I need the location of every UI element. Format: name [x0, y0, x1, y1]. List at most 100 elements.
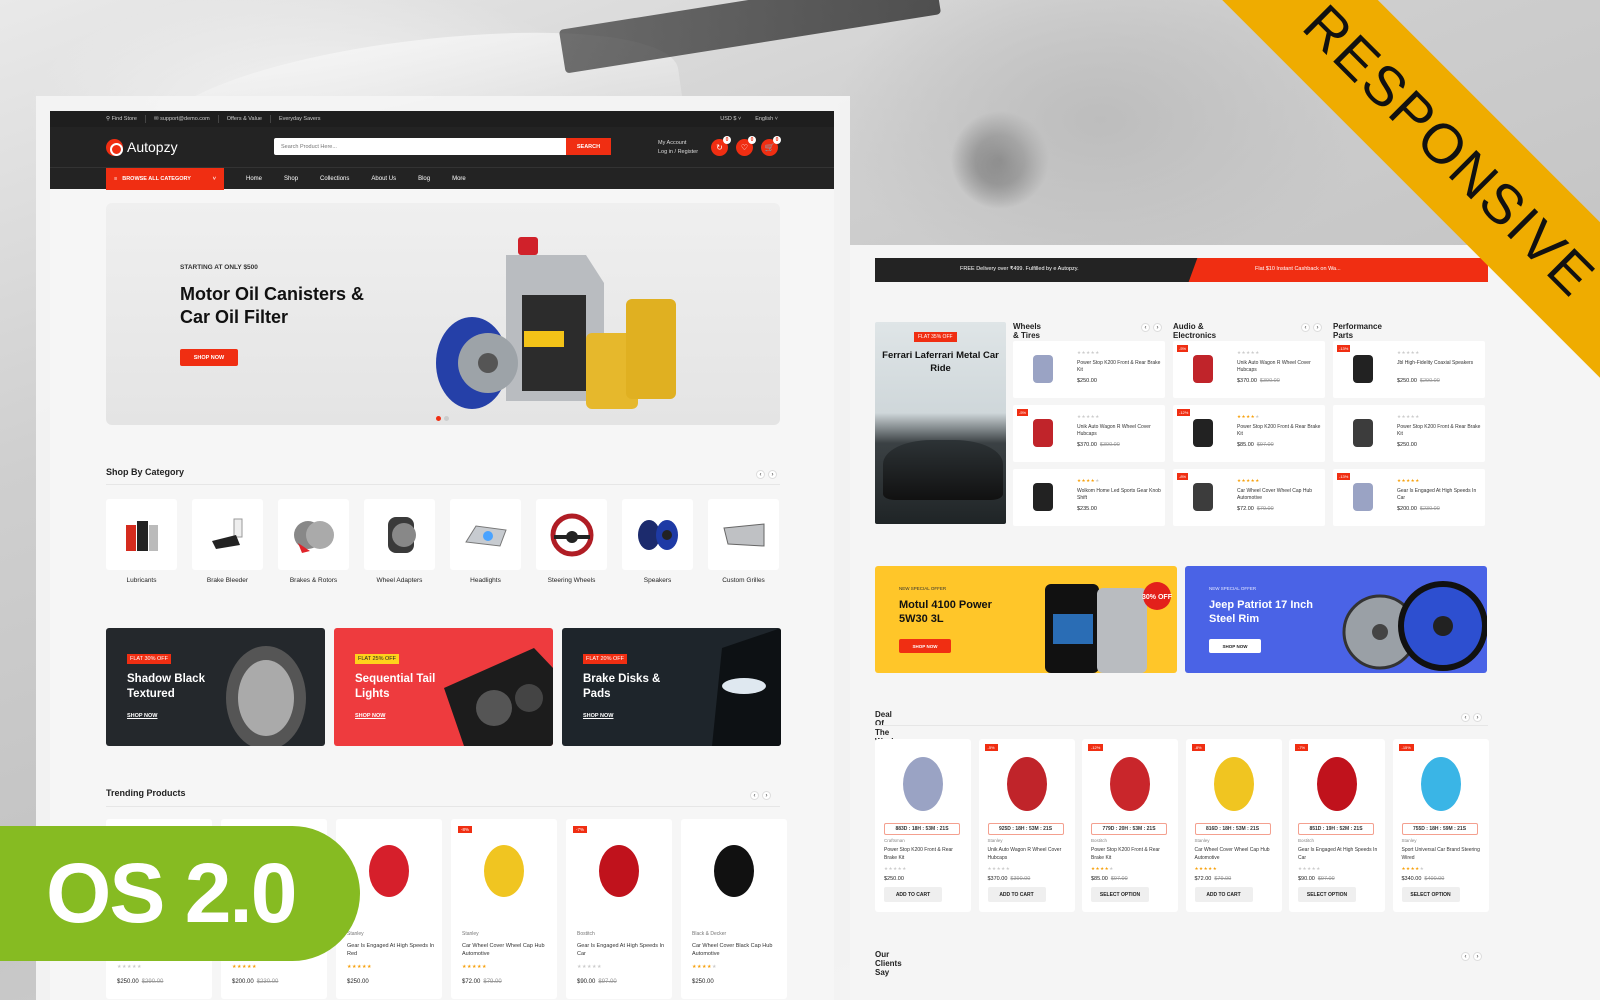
mini-product-card[interactable]: -12% ★★★★★ Power Stop K200 Front & Rear Br…	[1173, 405, 1325, 462]
product-name[interactable]: Unik Auto Wagon R Wheel Cover Hubcaps	[988, 847, 1070, 862]
nav-about[interactable]: About Us	[371, 176, 396, 182]
mini-product-card[interactable]: -5% ★★★★★ Unik Auto Wagon R Wheel Cover Hu…	[1013, 405, 1165, 462]
email-link[interactable]: ✉ support@demo.com	[154, 116, 210, 122]
product-name[interactable]: Gear Is Engaged At High Speeds In Red	[347, 942, 435, 958]
deal-product-card[interactable]: -8% 816D : 18H : 53M : 21S Stanley Car Whee…	[1185, 739, 1282, 912]
find-store-link[interactable]: ⚲ Find Store	[106, 116, 137, 122]
search-button[interactable]: SEARCH	[566, 138, 611, 155]
prev-arrow-icon[interactable]: ‹	[756, 470, 765, 479]
add-to-cart-button[interactable]: SELECT OPTION	[1401, 887, 1460, 902]
slider-dot-1[interactable]	[436, 416, 441, 421]
feature-banner[interactable]: FLAT 35% OFF Ferrari Laferrari Metal Car…	[875, 322, 1006, 524]
add-to-cart-button[interactable]: SELECT OPTION	[1091, 887, 1149, 902]
category-brake-bleeder[interactable]: Brake Bleeder	[192, 499, 263, 584]
add-to-cart-button[interactable]: ADD TO CART	[987, 887, 1046, 902]
next-arrow-icon[interactable]: ›	[1153, 323, 1162, 332]
promo-banner[interactable]: FLAT 25% OFF Sequential Tail Lights SHOP…	[334, 628, 553, 746]
compare-button[interactable]: ↻ 0	[711, 136, 731, 156]
category-steering-wheels[interactable]: Steering Wheels	[536, 499, 607, 584]
star-icon: ★	[1415, 414, 1420, 419]
prev-arrow-icon[interactable]: ‹	[1301, 323, 1310, 332]
special-offer-banner[interactable]: NEW SPECIAL OFFER Motul 4100 Power 5W30 …	[875, 566, 1177, 673]
category-speakers[interactable]: Speakers	[622, 499, 693, 584]
language-select[interactable]: English ˅	[755, 116, 778, 122]
product-name[interactable]: Car Wheel Cover Wheel Cap Hub Automotive	[1237, 488, 1323, 502]
product-name[interactable]: Car Wheel Cover Black Cap Hub Automotive	[692, 942, 780, 958]
browse-category-button[interactable]: ≡ BROWSE ALL CATEGORY ˅	[106, 167, 224, 190]
next-arrow-icon[interactable]: ›	[762, 791, 771, 800]
savers-link[interactable]: Everyday Savers	[279, 116, 321, 122]
product-name[interactable]: Car Wheel Cover Wheel Cap Hub Automotive	[462, 942, 550, 958]
category-custom-grilles[interactable]: Custom Grilles	[708, 499, 779, 584]
discount-badge: -7%	[573, 826, 588, 833]
nav-more[interactable]: More	[452, 176, 466, 182]
nav-collections[interactable]: Collections	[320, 176, 349, 182]
product-name[interactable]: Power Stop K200 Front & Rear Brake Kit	[1397, 424, 1483, 438]
slider-dot-2[interactable]	[444, 416, 449, 421]
special-offer-banner[interactable]: NEW SPECIAL OFFER Jeep Patriot 17 Inch S…	[1185, 566, 1487, 673]
nav-home[interactable]: Home	[246, 176, 262, 182]
currency-select[interactable]: USD $ ˅	[720, 116, 741, 122]
search-input[interactable]	[274, 138, 566, 155]
mini-product-card[interactable]: ★★★★★ Wolkom Home Led Sports Gear Knob Sh…	[1013, 469, 1165, 526]
product-name[interactable]: Power Stop K200 Front & Rear Brake Kit	[1091, 847, 1173, 862]
promo-shop-now-link[interactable]: SHOP NOW	[355, 713, 385, 719]
product-name[interactable]: Sport Universal Car Brand Steering Wired	[1402, 847, 1484, 862]
product-name[interactable]: Gear Is Engaged At High Speeds In Car	[577, 942, 665, 958]
prev-arrow-icon[interactable]: ‹	[1141, 323, 1150, 332]
prev-arrow-icon[interactable]: ‹	[1461, 713, 1470, 722]
product-name[interactable]: Power Stop K200 Front & Rear Brake Kit	[1077, 360, 1163, 374]
deal-product-card[interactable]: -12% 779D : 20H : 53M : 21S Bostitch Power …	[1082, 739, 1178, 912]
deal-product-card[interactable]: -15% 755D : 18H : 59M : 21S Stanley Sport U…	[1392, 739, 1489, 912]
add-to-cart-button[interactable]: ADD TO CART	[1194, 887, 1253, 902]
product-name[interactable]: Unik Auto Wagon R Wheel Cover Hubcaps	[1077, 424, 1163, 438]
product-card[interactable]: -8% Stanley Car Wheel Cover Wheel Cap Hub …	[451, 819, 557, 999]
prev-arrow-icon[interactable]: ‹	[1461, 952, 1470, 961]
promo-shop-now-link[interactable]: SHOP NOW	[583, 713, 613, 719]
category-lubricants[interactable]: Lubricants	[106, 499, 177, 584]
mini-product-card[interactable]: -8% ★★★★★ Car Wheel Cover Wheel Cap Hub Au…	[1173, 469, 1325, 526]
add-to-cart-button[interactable]: SELECT OPTION	[1298, 887, 1356, 902]
promo-banner[interactable]: FLAT 20% OFF Brake Disks & Pads SHOP NOW	[562, 628, 781, 746]
mini-product-card[interactable]: ★★★★★ Power Stop K200 Front & Rear Brake …	[1013, 341, 1165, 398]
next-arrow-icon[interactable]: ›	[1473, 713, 1482, 722]
next-arrow-icon[interactable]: ›	[1313, 323, 1322, 332]
mini-product-card[interactable]: -5% ★★★★★ Unik Auto Wagon R Wheel Cover Hu…	[1173, 341, 1325, 398]
nav-blog[interactable]: Blog	[418, 176, 430, 182]
offer-shop-now-button[interactable]: SHOP NOW	[1209, 639, 1261, 653]
next-arrow-icon[interactable]: ›	[1473, 952, 1482, 961]
category-brakes-rotors[interactable]: Brakes & Rotors	[278, 499, 349, 584]
product-name[interactable]: Jbl High-Fidelity Coaxial Speakers	[1397, 360, 1483, 367]
wishlist-button[interactable]: ♡ 0	[736, 136, 756, 156]
category-wheel-adapters[interactable]: Wheel Adapters	[364, 499, 435, 584]
category-headlights[interactable]: Headlights	[450, 499, 521, 584]
cart-button[interactable]: 🛒 0	[761, 136, 781, 156]
product-name[interactable]: Gear Is Engaged At High Speeds In Car	[1298, 847, 1380, 862]
account-link[interactable]: My Account Log in / Register	[658, 139, 698, 157]
product-name[interactable]: Power Stop K200 Front & Rear Brake Kit	[884, 847, 966, 862]
hero-shop-now-button[interactable]: SHOP NOW	[180, 349, 238, 366]
prev-arrow-icon[interactable]: ‹	[750, 791, 759, 800]
deal-product-card[interactable]: -5% 925D : 18H : 53M : 21S Stanley Unik Aut…	[978, 739, 1075, 912]
nav-shop[interactable]: Shop	[284, 176, 298, 182]
product-name[interactable]: Wolkom Home Led Sports Gear Knob Shift	[1077, 488, 1163, 502]
next-arrow-icon[interactable]: ›	[768, 470, 777, 479]
login-register-link[interactable]: Log in / Register	[658, 148, 698, 157]
offer-shop-now-button[interactable]: SHOP NOW	[899, 639, 951, 653]
logo[interactable]: Autopzy	[106, 138, 178, 156]
deal-product-card[interactable]: 883D : 18H : 53M : 21S Craftsman Power Sto…	[875, 739, 971, 912]
add-to-cart-button[interactable]: ADD TO CART	[884, 887, 942, 902]
mini-product-card[interactable]: -13% ★★★★★ Gear Is Engaged At High Speeds …	[1333, 469, 1485, 526]
promo-shop-now-link[interactable]: SHOP NOW	[127, 713, 157, 719]
product-name[interactable]: Unik Auto Wagon R Wheel Cover Hubcaps	[1237, 360, 1323, 374]
deal-product-card[interactable]: -7% 851D : 19H : 52M : 21S Bostitch Gear Is…	[1289, 739, 1385, 912]
product-card[interactable]: -7% Bostitch Gear Is Engaged At High Speed…	[566, 819, 672, 999]
product-card[interactable]: Black & Decker Car Wheel Cover Black Cap …	[681, 819, 787, 999]
product-name[interactable]: Car Wheel Cover Wheel Cap Hub Automotive	[1195, 847, 1277, 862]
offers-link[interactable]: Offers & Value	[227, 116, 262, 122]
product-name[interactable]: Power Stop K200 Front & Rear Brake Kit	[1237, 424, 1323, 438]
product-name[interactable]: Gear Is Engaged At High Speeds In Car	[1397, 488, 1483, 502]
mini-product-card[interactable]: ★★★★★ Power Stop K200 Front & Rear Brake …	[1333, 405, 1485, 462]
mini-product-card[interactable]: -13% ★★★★★ Jbl High-Fidelity Coaxial Speak…	[1333, 341, 1485, 398]
promo-banner[interactable]: FLAT 30% OFF Shadow Black Textured SHOP …	[106, 628, 325, 746]
